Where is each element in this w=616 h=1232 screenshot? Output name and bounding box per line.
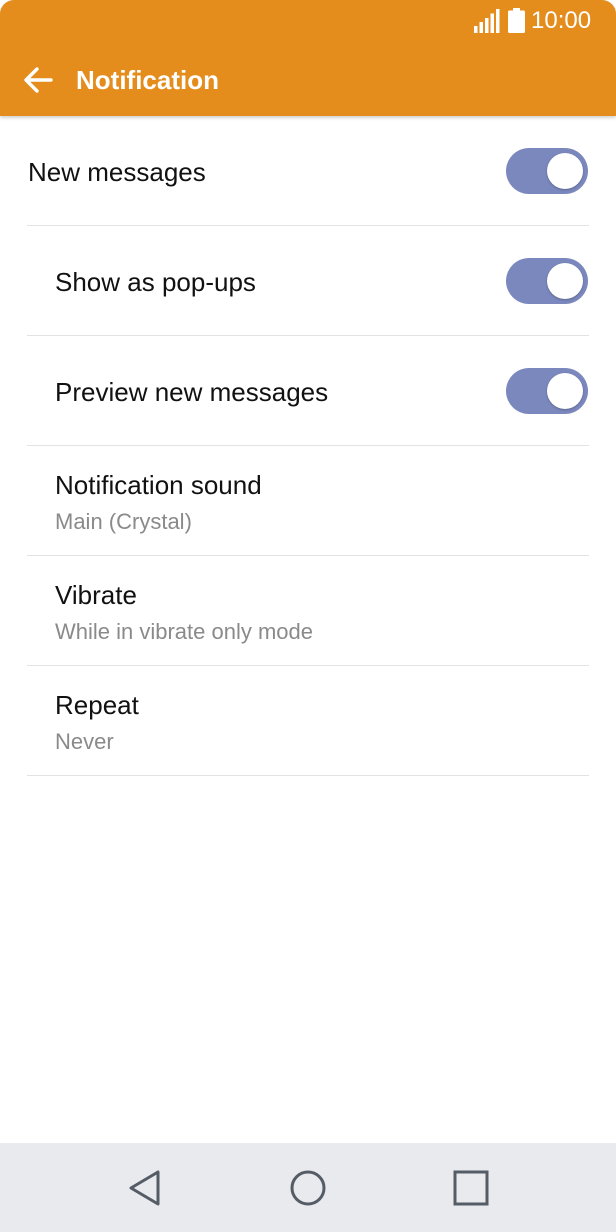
toggle-knob — [547, 373, 583, 409]
setting-title: Preview new messages — [55, 377, 329, 407]
setting-subtitle: Never — [55, 729, 114, 754]
setting-vibrate[interactable]: Vibrate While in vibrate only mode — [0, 556, 616, 666]
nav-back-button[interactable] — [120, 1163, 170, 1213]
nav-home-button[interactable] — [283, 1163, 333, 1213]
setting-notification-sound[interactable]: Notification sound Main (Crystal) — [0, 446, 616, 556]
new-messages-toggle[interactable] — [506, 148, 588, 194]
setting-subtitle: While in vibrate only mode — [55, 619, 314, 644]
show-as-pop-ups-toggle[interactable] — [506, 258, 588, 304]
setting-subtitle: Main (Crystal) — [55, 509, 192, 534]
setting-title: Vibrate — [55, 580, 137, 610]
screen: 10:00 Notification New messages Show as … — [0, 0, 616, 1232]
setting-preview-new-messages[interactable]: Preview new messages — [0, 336, 616, 446]
app-bar: 10:00 Notification — [0, 0, 616, 116]
setting-new-messages[interactable]: New messages — [0, 116, 616, 226]
status-bar: 10:00 — [0, 0, 616, 44]
arrow-left-icon — [24, 67, 53, 93]
back-button[interactable] — [14, 56, 62, 104]
setting-title: Notification sound — [55, 470, 262, 500]
toggle-knob — [547, 263, 583, 299]
toggle-knob — [547, 153, 583, 189]
signal-icon — [474, 9, 500, 33]
battery-icon — [508, 8, 525, 33]
recents-square-icon — [453, 1170, 489, 1206]
setting-show-as-pop-ups[interactable]: Show as pop-ups — [0, 226, 616, 336]
back-triangle-icon — [129, 1170, 160, 1206]
settings-list: New messages Show as pop-ups Preview new… — [0, 116, 616, 776]
status-time: 10:00 — [531, 7, 592, 34]
navigation-bar — [0, 1143, 616, 1232]
setting-repeat[interactable]: Repeat Never — [0, 666, 616, 776]
setting-title: New messages — [28, 157, 206, 187]
page-title: Notification — [76, 65, 219, 95]
preview-new-messages-toggle[interactable] — [506, 368, 588, 414]
home-circle-icon — [290, 1170, 326, 1206]
setting-title: Show as pop-ups — [55, 267, 256, 297]
nav-recents-button[interactable] — [446, 1163, 496, 1213]
setting-title: Repeat — [55, 690, 139, 720]
